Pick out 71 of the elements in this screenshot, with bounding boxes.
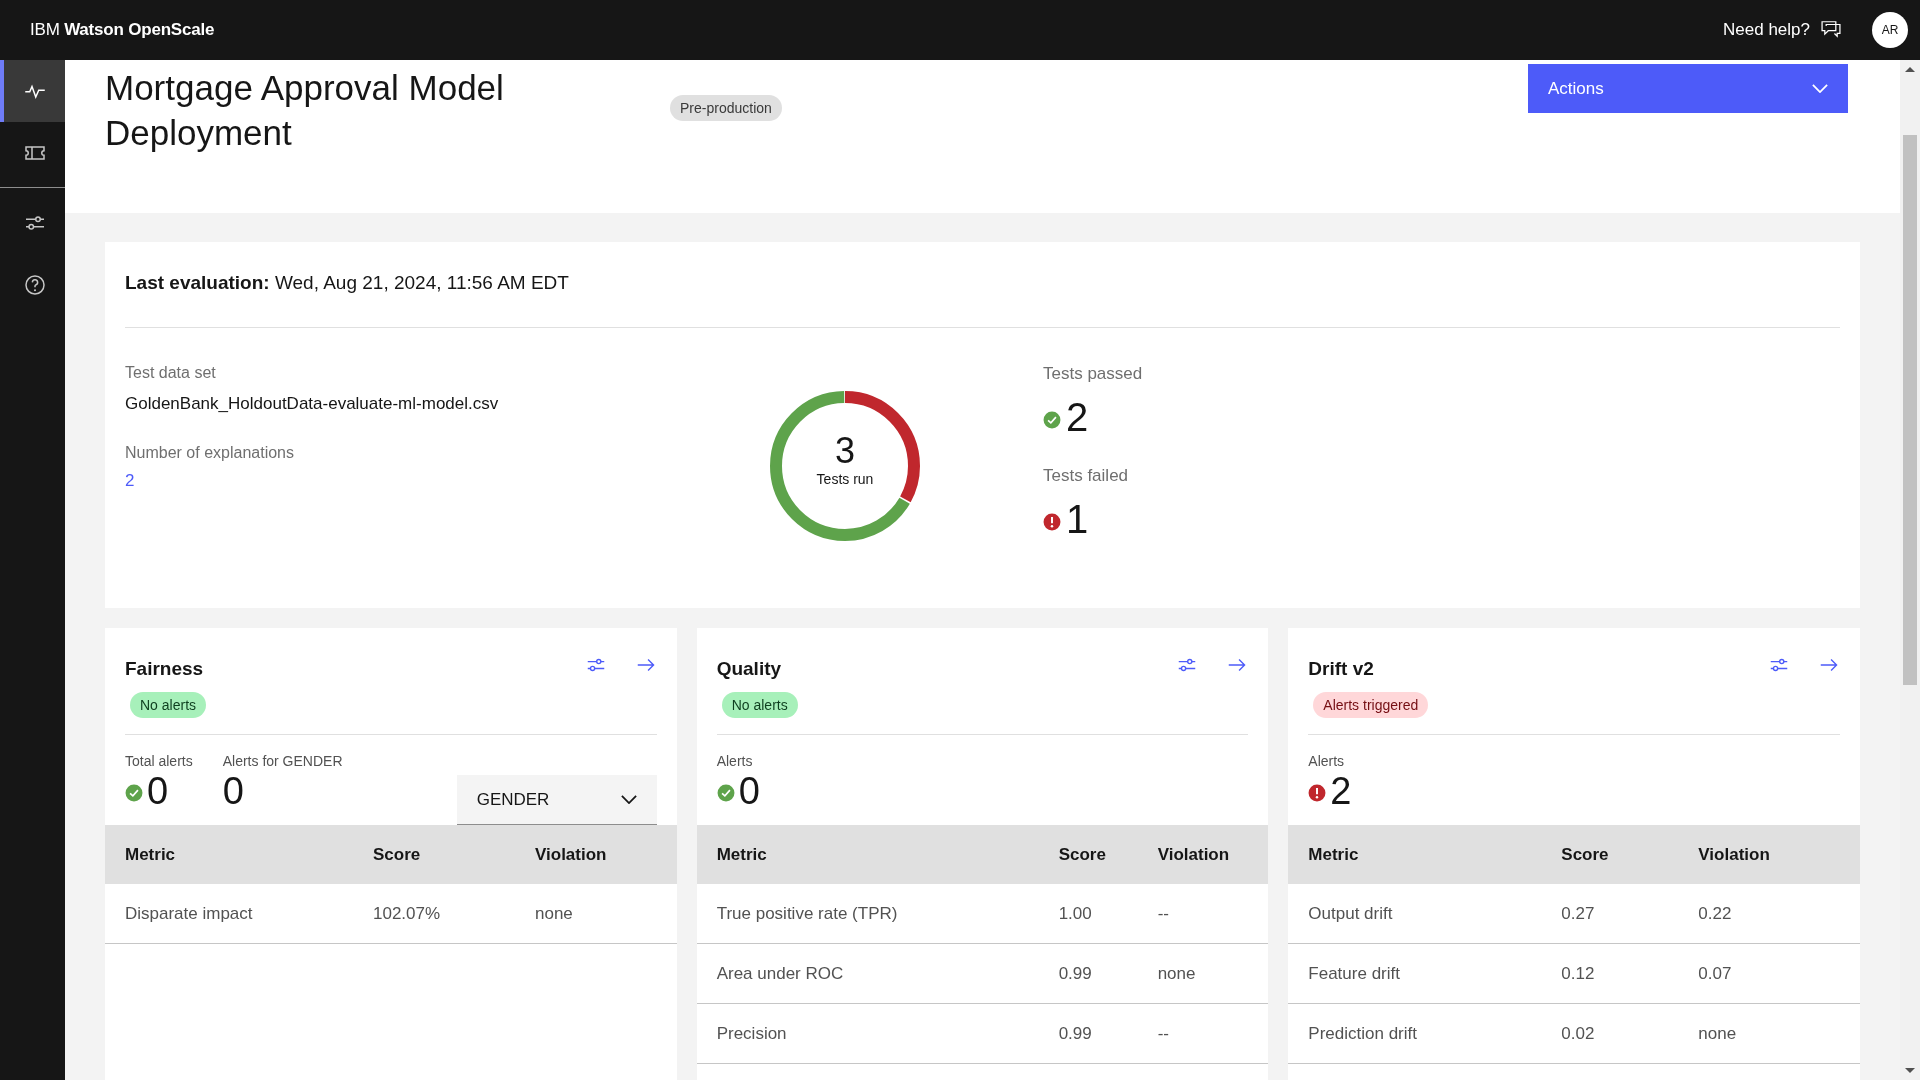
last-evaluation: Last evaluation: Wed, Aug 21, 2024, 11:56 AM EDT — [125, 272, 570, 294]
metric-value: 0 — [147, 769, 169, 813]
field-label: Number of explanations — [125, 444, 295, 462]
column-header: Metric — [1308, 844, 1360, 865]
card-title: Quality — [716, 658, 782, 680]
tests-run-label: Tests run — [815, 471, 875, 487]
status-tag: Alerts triggered — [1313, 692, 1429, 718]
table-cell-text: 0.12 — [1561, 963, 1596, 984]
table-cell-text: 0.02 — [1561, 1023, 1596, 1044]
status-tag: No alerts — [130, 692, 207, 718]
actions-button[interactable]: Actions — [1528, 64, 1848, 113]
metric-label: Alerts for GENDER — [222, 753, 343, 769]
help-link[interactable]: Need help? — [1723, 20, 1810, 40]
table-cell-text: Precision — [716, 1023, 788, 1044]
table-cell-text: Area under ROC — [716, 963, 845, 984]
column-header: Violation — [535, 844, 608, 865]
card-title: Drift v2 — [1308, 658, 1374, 680]
user-avatar[interactable]: AR — [1872, 12, 1908, 48]
table-cell-text: 0.22 — [1698, 903, 1733, 924]
success-icon — [125, 784, 143, 802]
success-icon — [1043, 411, 1061, 429]
column-header: Score — [1058, 844, 1107, 865]
table-cell-text: none — [1157, 963, 1197, 984]
metric-label: Alerts — [1308, 753, 1346, 769]
table-cell-text: Prediction drift — [1308, 1023, 1418, 1044]
metric-label: Total alerts — [125, 753, 193, 769]
table-cell-text: 102.07% — [373, 903, 442, 924]
table-cell-text: 0.99 — [1058, 1023, 1093, 1044]
table-cell-text: 0.27 — [1561, 903, 1596, 924]
column-header: Score — [1561, 844, 1610, 865]
stat-label: Tests passed — [1043, 364, 1144, 384]
error-icon — [1043, 513, 1061, 531]
column-header: Violation — [1157, 844, 1231, 865]
stat-value: 1 — [1066, 496, 1089, 542]
metric-value: 0 — [222, 769, 244, 813]
metric-value: 2 — [1330, 769, 1352, 813]
table-cell-text: Output drift — [1308, 903, 1394, 924]
stat-label: Tests failed — [1043, 466, 1130, 486]
table-cell-text: none — [1698, 1023, 1738, 1044]
chevron-icon — [620, 795, 637, 804]
column-header: Metric — [125, 844, 177, 865]
explanations-link[interactable]: 2 — [125, 471, 135, 491]
error-icon — [1308, 784, 1327, 802]
table-cell-text: 1.00 — [1058, 903, 1093, 924]
app-title: IBM Watson OpenScale — [30, 20, 215, 40]
metric-value: 0 — [738, 769, 760, 813]
environment-tag: Pre-production — [670, 95, 782, 121]
table-cell-text: 0.07 — [1698, 963, 1733, 984]
stat-value: 2 — [1066, 394, 1089, 440]
table-cell-text: -- — [1157, 1023, 1170, 1044]
field-label: Test data set — [125, 364, 217, 382]
table-cell-text: Disparate impact — [125, 903, 254, 924]
chevron-icon — [1812, 84, 1828, 93]
column-header: Violation — [1698, 844, 1771, 865]
column-header: Metric — [716, 844, 768, 865]
field-value: GoldenBank_HoldoutData-evaluate-ml-model.csv — [125, 394, 500, 414]
sidebar-item[interactable] — [0, 60, 65, 122]
table-cell-text: 0.99 — [1058, 963, 1093, 984]
column-header: Score — [373, 844, 422, 865]
table-cell-text: -- — [1157, 903, 1170, 924]
status-tag: No alerts — [721, 692, 798, 718]
tests-run-count: 3 — [834, 431, 856, 471]
table-cell-text: none — [535, 903, 574, 924]
table-cell-text: Feature drift — [1308, 963, 1401, 984]
metric-label: Alerts — [716, 753, 754, 769]
attribute-dropdown[interactable]: GENDER — [456, 775, 657, 825]
help-icon — [22, 273, 47, 297]
card-title: Fairness — [125, 658, 204, 680]
table-cell-text: True positive rate (TPR) — [716, 903, 899, 924]
success-icon — [716, 784, 735, 802]
page-title: Mortgage Approval Model Deployment — [105, 67, 505, 154]
